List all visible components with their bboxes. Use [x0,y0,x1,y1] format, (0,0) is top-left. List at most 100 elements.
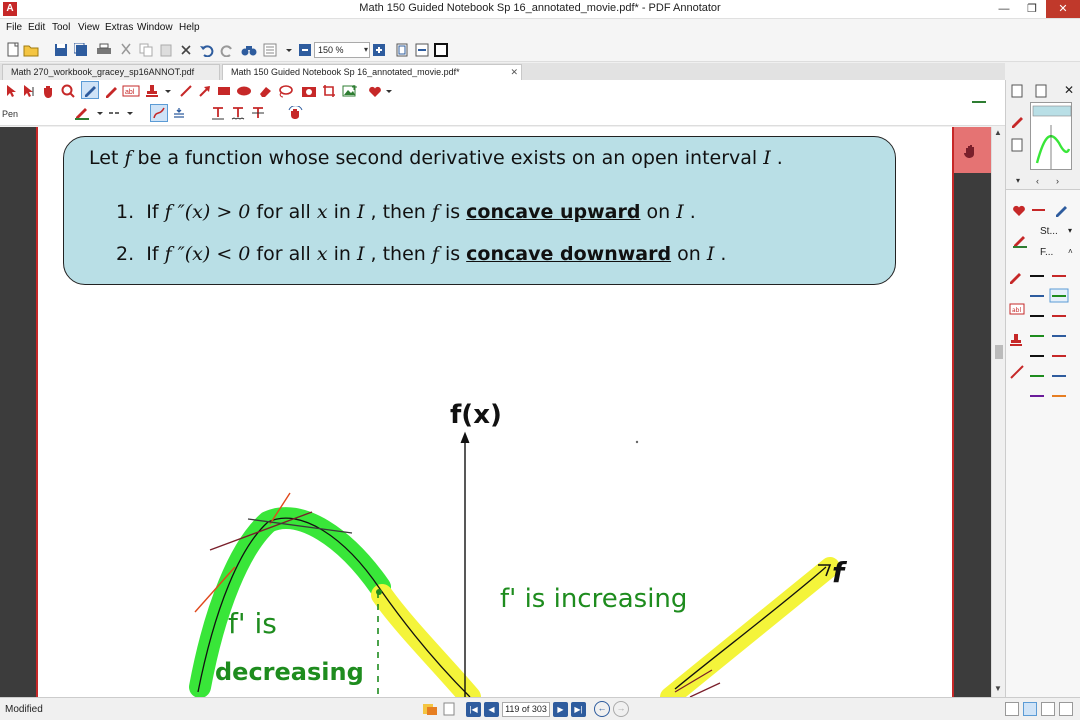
style-selector[interactable]: St... [1040,226,1058,237]
history-back-button[interactable]: ← [594,701,610,717]
line-tool-icon[interactable] [177,82,195,100]
thumb-next-icon[interactable]: › [1056,176,1059,186]
history-forward-button[interactable]: → [613,701,629,717]
single-page-view-icon[interactable] [1005,702,1019,716]
camera-snapshot-icon[interactable] [300,82,318,100]
text-squiggly-icon[interactable] [229,104,247,122]
zoom-in-icon[interactable] [370,41,388,59]
tab-close-icon[interactable]: ✕ [510,65,518,80]
inflection-point-dot [376,589,382,595]
save-icon[interactable] [52,41,70,59]
menu-tool[interactable]: Tool [52,22,70,33]
line-style-dropdown-icon[interactable] [121,104,139,122]
redo-icon[interactable] [218,41,236,59]
find-binoculars-icon[interactable] [240,41,258,59]
rectangle-tool-icon[interactable] [215,82,233,100]
page-thumbnail[interactable] [1030,102,1072,170]
gesture-hand-icon[interactable] [287,104,305,122]
select-arrow-icon[interactable] [2,82,20,100]
eraser-icon[interactable] [256,82,274,100]
zoom-out-icon[interactable] [296,41,314,59]
delete-icon[interactable] [177,41,195,59]
svg-text:abl: abl [1012,307,1021,314]
menu-extras[interactable]: Extras [105,22,133,33]
page-layout-icon[interactable] [262,41,280,59]
menu-edit[interactable]: Edit [28,22,45,33]
scroll-thumb[interactable] [995,345,1003,359]
panel-pen-color-icon[interactable] [1012,234,1028,248]
ellipse-tool-icon[interactable] [235,82,253,100]
vertical-scrollbar[interactable]: ▲ ▼ [991,127,1005,697]
annotation-toolbar: abl Pen [0,80,1005,126]
tab-math-270-workbook[interactable]: Math 270_workbook_gracey_sp16ANNOT.pdf [2,64,220,80]
scroll-down-icon[interactable]: ▼ [994,684,1002,693]
panel-heart-icon[interactable] [1012,204,1026,217]
close-button[interactable]: ✕ [1046,0,1080,18]
style-dropdown-icon[interactable]: ▾ [1068,226,1072,235]
red-pen-preset[interactable] [1032,209,1045,211]
first-page-button[interactable]: |◀ [466,702,481,717]
panel-page-icon[interactable] [1010,138,1024,152]
pen-presets[interactable]: abl [1006,268,1080,408]
text-underline-icon[interactable] [209,104,227,122]
print-icon[interactable] [95,41,113,59]
two-page-continuous-view-icon[interactable] [1059,702,1073,716]
straighten-icon[interactable] [170,104,188,122]
cut-icon[interactable] [117,41,135,59]
fit-page-icon[interactable] [393,41,411,59]
open-folder-icon[interactable] [22,41,40,59]
favorites-dropdown-icon[interactable] [380,82,398,100]
menu-view[interactable]: View [78,22,100,33]
smooth-stroke-icon[interactable] [150,104,168,122]
new-document-icon[interactable] [4,41,22,59]
continuous-view-icon[interactable] [1023,702,1037,716]
font-selector[interactable]: F... [1040,247,1053,258]
pen-tool-icon[interactable] [81,81,99,99]
bookmark-icon[interactable] [422,702,438,716]
tab-math-150-notebook[interactable]: Math 150 Guided Notebook Sp 16_annotated… [222,64,522,80]
previous-page-button[interactable]: ◀ [484,702,499,717]
thumb-prev-icon[interactable]: ‹ [1036,176,1039,186]
font-collapse-icon[interactable]: ˄ [1068,247,1073,256]
zoom-tool-icon[interactable] [59,82,77,100]
text-strikeout-icon[interactable] [249,104,267,122]
panel-pen-icon[interactable] [1010,114,1024,128]
highlighter-icon[interactable] [102,82,120,100]
thumb-down-icon[interactable]: ▾ [1016,176,1020,185]
yellow-highlight-right [660,557,840,697]
full-screen-icon[interactable] [432,41,450,59]
copy-icon[interactable] [137,41,155,59]
fit-width-icon[interactable] [413,41,431,59]
menu-file[interactable]: File [6,22,22,33]
lasso-icon[interactable] [276,82,294,100]
select-text-icon[interactable] [20,82,38,100]
insert-image-icon[interactable] [341,82,359,100]
pen-color-icon[interactable] [73,104,91,122]
zoom-level-field[interactable]: 150 % ▾ [314,42,370,58]
menu-help[interactable]: Help [179,22,200,33]
crop-icon[interactable] [320,82,338,100]
thumbnail-blank-icon[interactable] [1034,84,1048,98]
collapse-toolbar-icon[interactable] [972,101,986,103]
two-page-view-icon[interactable] [1041,702,1055,716]
page-number-field[interactable]: 119 of 303 [502,702,550,717]
scroll-up-icon[interactable]: ▲ [994,128,1002,137]
maximize-button[interactable]: ❐ [1018,0,1046,18]
zoom-dropdown-icon[interactable]: ▾ [364,43,368,57]
panel-close-icon[interactable]: ✕ [1064,83,1074,97]
last-page-button[interactable]: ▶| [571,702,586,717]
thumbnail-page-icon[interactable] [1010,84,1024,98]
undo-icon[interactable] [198,41,216,59]
page-view-icon[interactable] [442,702,456,716]
menu-window[interactable]: Window [137,22,173,33]
hand-tool-icon[interactable] [39,82,57,100]
stamp-dropdown-icon[interactable] [159,82,177,100]
document-view[interactable]: Let f be a function whose second derivat… [0,127,991,697]
minimize-button[interactable]: — [990,0,1018,18]
text-box-icon[interactable]: abl [122,82,140,100]
paste-icon[interactable] [157,41,175,59]
panel-blue-pen-icon[interactable] [1054,203,1068,217]
next-page-button[interactable]: ▶ [553,702,568,717]
arrow-tool-icon[interactable] [196,82,214,100]
save-all-icon[interactable] [72,41,90,59]
